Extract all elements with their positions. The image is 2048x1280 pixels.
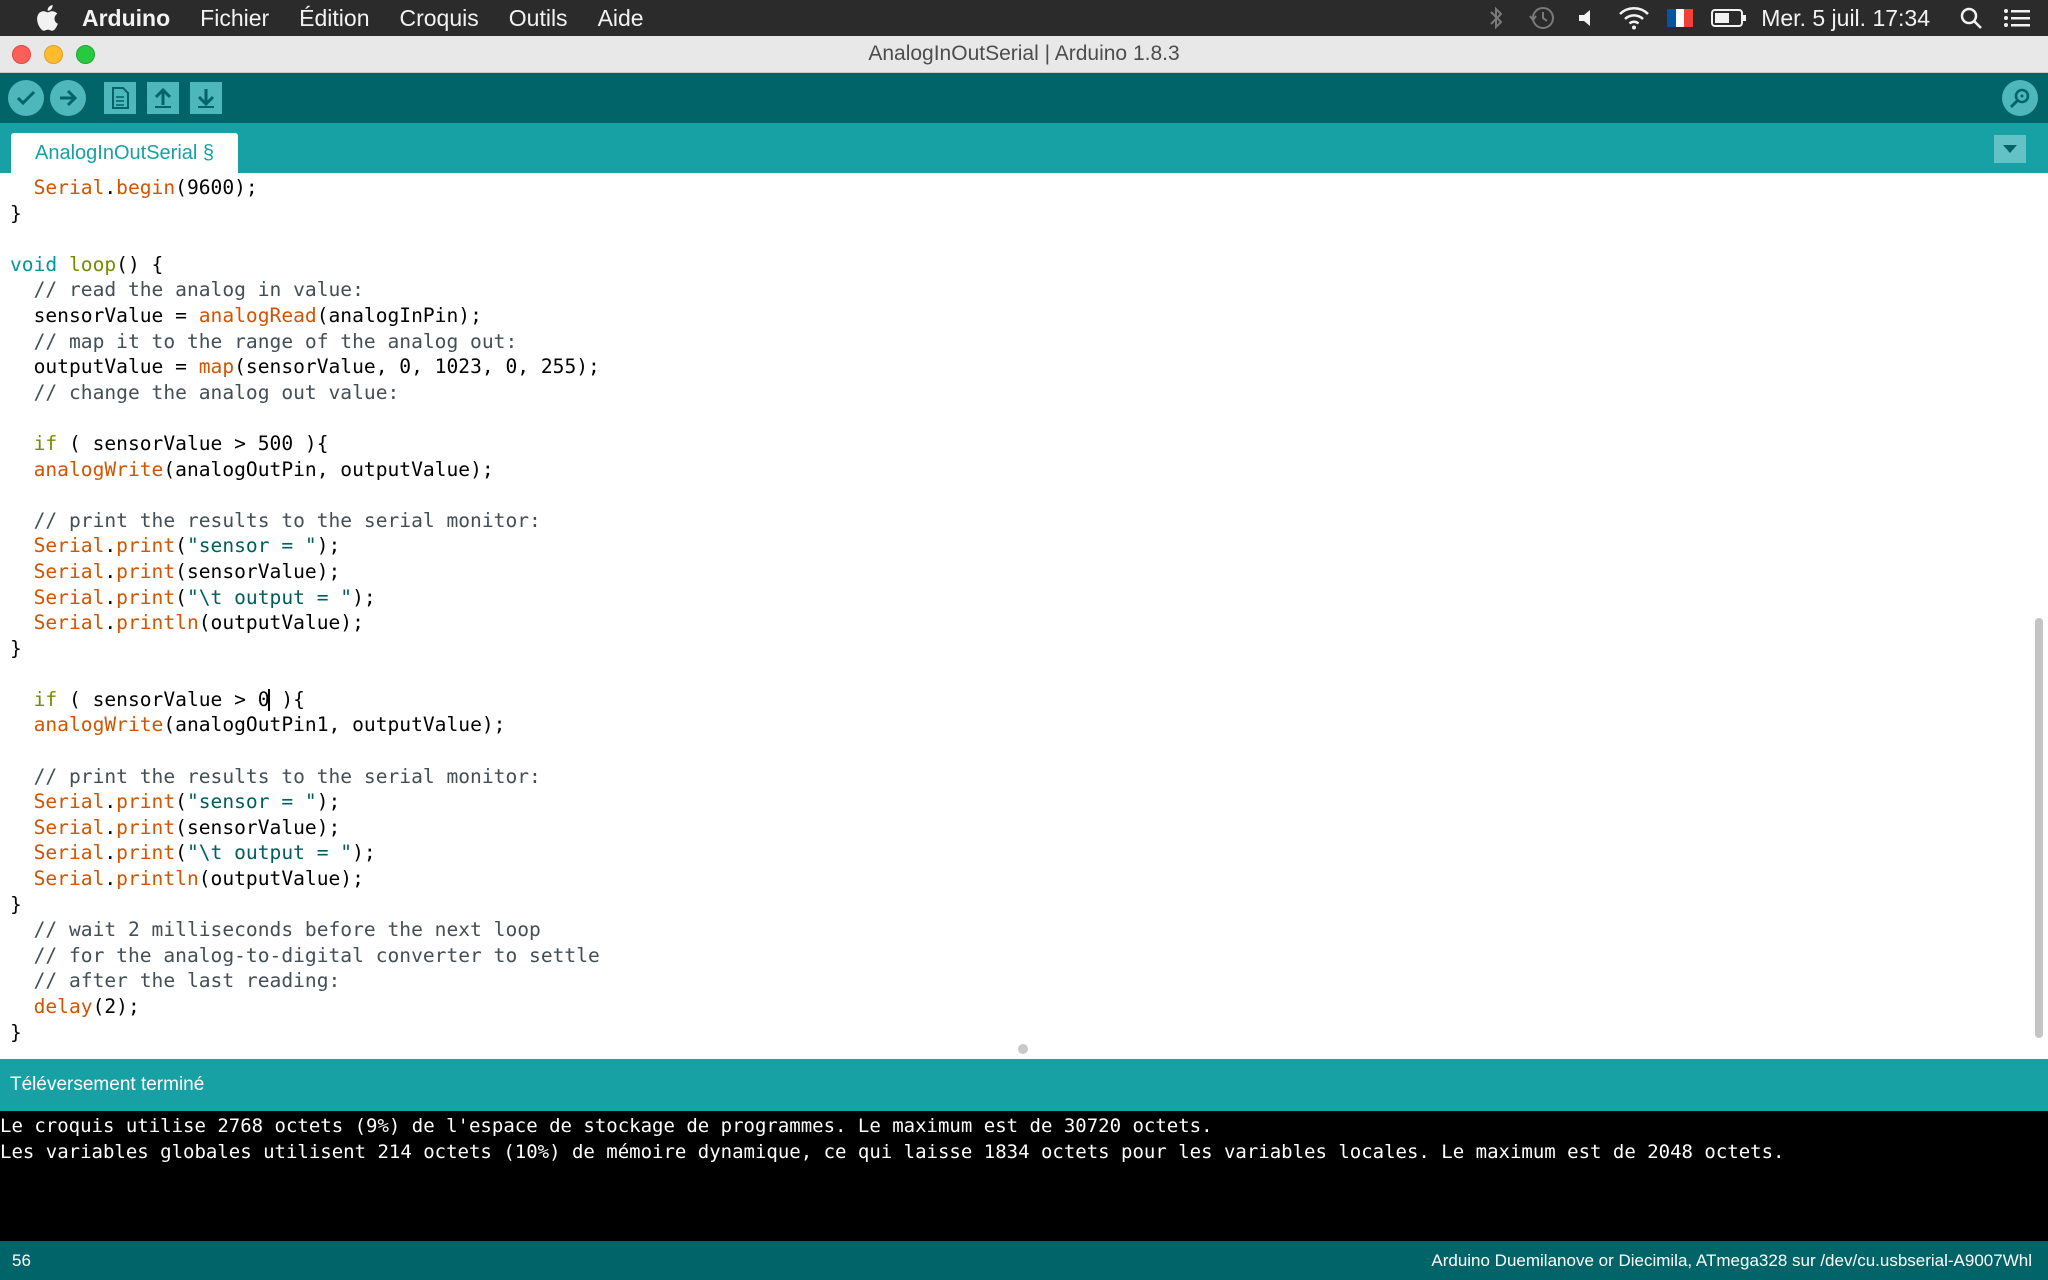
menu-fichier[interactable]: Fichier <box>200 5 269 32</box>
code-line[interactable]: // change the analog out value: <box>10 380 2010 406</box>
code-line[interactable]: if ( sensorValue > 500 ){ <box>10 431 2010 457</box>
code-line[interactable]: analogWrite(analogOutPin, outputValue); <box>10 457 2010 483</box>
code-line[interactable] <box>10 661 2010 687</box>
code-line[interactable] <box>10 226 2010 252</box>
arrow-down-icon <box>197 89 215 108</box>
spotlight-search-icon[interactable] <box>1954 3 1988 33</box>
code-line[interactable]: // print the results to the serial monit… <box>10 508 2010 534</box>
wifi-icon[interactable] <box>1617 3 1651 33</box>
code-line[interactable]: Serial.println(outputValue); <box>10 610 2010 636</box>
menu-croquis[interactable]: Croquis <box>400 5 479 32</box>
console-output[interactable]: Le croquis utilise 2768 octets (9%) de l… <box>0 1111 2048 1241</box>
cursor-line-number: 56 <box>12 1250 31 1270</box>
menu-outils[interactable]: Outils <box>509 5 568 32</box>
code-line[interactable]: sensorValue = analogRead(analogInPin); <box>10 303 2010 329</box>
tab-bar: AnalogInOutSerial § <box>0 123 2048 173</box>
code-line[interactable]: outputValue = map(sensorValue, 0, 1023, … <box>10 354 2010 380</box>
code-line[interactable] <box>10 405 2010 431</box>
code-line[interactable]: analogWrite(analogOutPin1, outputValue); <box>10 712 2010 738</box>
code-line[interactable]: void loop() { <box>10 252 2010 278</box>
arrow-right-icon <box>60 89 78 107</box>
menu-edition[interactable]: Édition <box>299 5 369 32</box>
window-zoom-button[interactable] <box>76 45 95 64</box>
code-line[interactable]: Serial.print("\t output = "); <box>10 585 2010 611</box>
toolbar <box>0 73 2048 123</box>
code-text[interactable]: Serial.begin(9600);} void loop() { // rea… <box>10 175 2010 1045</box>
open-sketch-button[interactable] <box>147 82 179 114</box>
window-minimize-button[interactable] <box>44 45 63 64</box>
menubar: Arduino Fichier Édition Croquis Outils A… <box>0 0 2048 36</box>
code-line[interactable]: // map it to the range of the analog out… <box>10 329 2010 355</box>
code-line[interactable]: Serial.print("sensor = "); <box>10 533 2010 559</box>
time-machine-icon[interactable] <box>1525 3 1559 33</box>
document-icon <box>112 87 129 109</box>
code-line[interactable]: } <box>10 636 2010 662</box>
footer-bar: 56 Arduino Duemilanove or Diecimila, ATm… <box>0 1241 2048 1280</box>
save-sketch-button[interactable] <box>190 82 222 114</box>
code-line[interactable]: Serial.print(sensorValue); <box>10 559 2010 585</box>
code-line[interactable]: Serial.begin(9600); <box>10 175 2010 201</box>
console-line: Les variables globales utilisent 214 oct… <box>0 1141 1785 1163</box>
code-editor[interactable]: Serial.begin(9600);} void loop() { // rea… <box>0 173 2048 1045</box>
code-line[interactable]: } <box>10 892 2010 918</box>
code-line[interactable]: // read the analog in value: <box>10 277 2010 303</box>
checkmark-icon <box>16 90 36 106</box>
code-line[interactable]: if ( sensorValue > 0 ){ <box>10 687 2010 713</box>
code-line[interactable]: Serial.print("\t output = "); <box>10 840 2010 866</box>
status-message: Téléversement terminé <box>10 1074 205 1095</box>
french-flag-icon[interactable] <box>1663 3 1697 33</box>
tab-menu-button[interactable] <box>1994 135 2026 163</box>
text-caret <box>267 689 270 712</box>
console-line: Le croquis utilise 2768 octets (9%) de l… <box>0 1115 1213 1137</box>
menu-app-arduino[interactable]: Arduino <box>82 5 170 32</box>
board-port-info: Arduino Duemilanove or Diecimila, ATmega… <box>1431 1250 2032 1270</box>
code-line[interactable]: // after the last reading: <box>10 968 2010 994</box>
status-bar: Téléversement terminé <box>0 1059 2048 1111</box>
window-titlebar: AnalogInOutSerial | Arduino 1.8.3 <box>0 36 2048 73</box>
window-close-button[interactable] <box>12 45 31 64</box>
code-line[interactable]: delay(2); <box>10 994 2010 1020</box>
code-line[interactable]: } <box>10 1020 2010 1045</box>
code-line[interactable]: Serial.println(outputValue); <box>10 866 2010 892</box>
editor-scrollbar-thumb[interactable] <box>2035 618 2043 1038</box>
split-pane-handle[interactable] <box>1018 1044 1028 1054</box>
magnifier-icon <box>2009 88 2030 109</box>
code-line[interactable]: } <box>10 201 2010 227</box>
verify-button[interactable] <box>8 80 44 116</box>
code-line[interactable] <box>10 482 2010 508</box>
code-line[interactable]: // for the analog-to-digital converter t… <box>10 943 2010 969</box>
notification-list-icon[interactable] <box>2000 3 2034 33</box>
volume-icon[interactable] <box>1571 3 1605 33</box>
code-line[interactable]: // wait 2 milliseconds before the next l… <box>10 917 2010 943</box>
code-line[interactable]: Serial.print(sensorValue); <box>10 815 2010 841</box>
arrow-up-icon <box>154 87 172 108</box>
code-line[interactable] <box>10 738 2010 764</box>
code-line[interactable]: Serial.print("sensor = "); <box>10 789 2010 815</box>
battery-icon[interactable] <box>1709 3 1749 33</box>
serial-monitor-button[interactable] <box>2002 80 2038 116</box>
bluetooth-icon[interactable] <box>1479 3 1513 33</box>
new-sketch-button[interactable] <box>104 82 136 114</box>
menubar-clock[interactable]: Mer. 5 juil. 17:34 <box>1761 5 1930 32</box>
triangle-down-icon <box>2003 145 2017 153</box>
menubar-tray: Mer. 5 juil. 17:34 <box>1479 0 2048 36</box>
code-line[interactable]: // print the results to the serial monit… <box>10 764 2010 790</box>
window-title: AnalogInOutSerial | Arduino 1.8.3 <box>868 42 1180 65</box>
tab-analoginoutserial[interactable]: AnalogInOutSerial § <box>11 133 239 173</box>
upload-button[interactable] <box>50 80 86 116</box>
apple-menu-icon[interactable] <box>30 1 64 35</box>
menu-aide[interactable]: Aide <box>598 5 644 32</box>
